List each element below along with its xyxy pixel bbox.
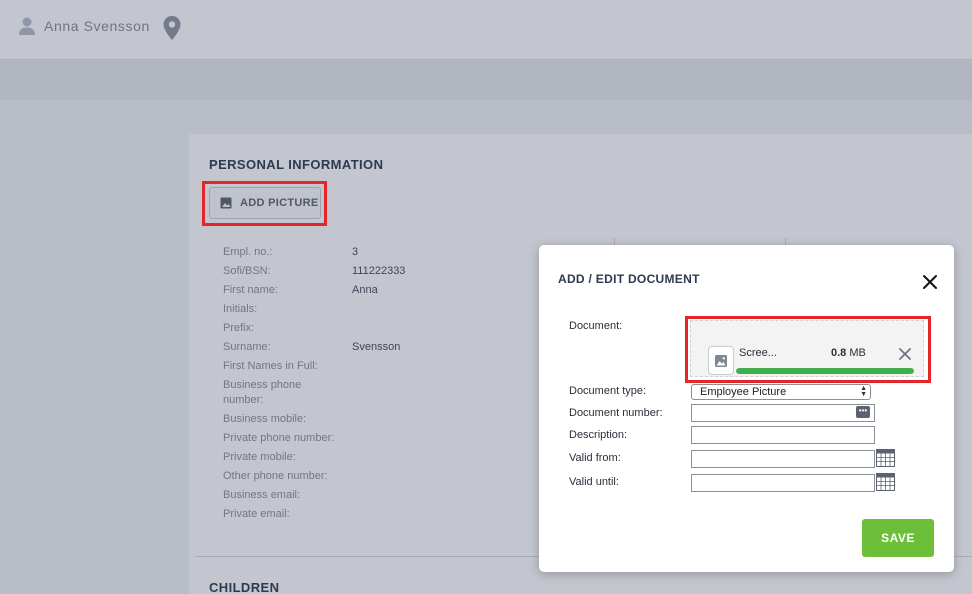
calendar-icon[interactable] bbox=[876, 473, 895, 491]
field-label-first-name: First name: bbox=[223, 284, 279, 296]
dialog-title: ADD / EDIT DOCUMENT bbox=[558, 272, 700, 286]
highlight-box-add-picture bbox=[202, 181, 327, 226]
field-label-business-mobile: Business mobile: bbox=[223, 413, 307, 425]
field-label-initials: Initials: bbox=[223, 303, 258, 315]
field-value-surname: Svensson bbox=[352, 341, 401, 353]
save-button[interactable]: SAVE bbox=[862, 519, 934, 557]
field-label-private-mobile: Private mobile: bbox=[223, 451, 296, 463]
ellipsis-icon[interactable]: ••• bbox=[856, 406, 870, 418]
field-label-sofi-bsn: Sofi/BSN: bbox=[223, 265, 271, 277]
field-label-prefix: Prefix: bbox=[223, 322, 255, 334]
calendar-icon[interactable] bbox=[876, 449, 895, 467]
field-label-empl-no: Empl. no.: bbox=[223, 246, 273, 258]
valid-until-label: Valid until: bbox=[569, 476, 619, 488]
description-label: Description: bbox=[569, 429, 628, 441]
valid-from-label: Valid from: bbox=[569, 452, 621, 464]
person-icon bbox=[19, 17, 35, 35]
field-label-first-names-full: First Names in Full: bbox=[223, 360, 318, 372]
sub-navigation-bar bbox=[0, 60, 972, 100]
section-title-children: CHILDREN bbox=[209, 580, 280, 594]
document-label: Document: bbox=[569, 320, 623, 332]
document-number-input[interactable]: ••• bbox=[691, 404, 875, 422]
highlight-box-document bbox=[685, 316, 931, 383]
section-title-personal-information: PERSONAL INFORMATION bbox=[209, 157, 384, 172]
field-label-business-email: Business email: bbox=[223, 489, 301, 501]
field-label-private-phone: Private phone number: bbox=[223, 432, 335, 444]
field-label-private-email: Private email: bbox=[223, 508, 290, 520]
close-icon[interactable] bbox=[921, 273, 939, 291]
user-name: Anna Svensson bbox=[44, 18, 150, 34]
valid-from-input[interactable] bbox=[691, 450, 875, 468]
user-menu[interactable]: Anna Svensson bbox=[18, 16, 150, 36]
valid-until-input[interactable] bbox=[691, 474, 875, 492]
add-edit-document-dialog: ADD / EDIT DOCUMENT Document: Scree... 0… bbox=[539, 245, 954, 572]
document-number-label: Document number: bbox=[569, 407, 663, 419]
field-value-sofi-bsn: 111222333 bbox=[352, 265, 406, 277]
location-pin-icon[interactable] bbox=[162, 15, 182, 41]
field-label-surname: Surname: bbox=[223, 341, 271, 353]
field-label-business-phone: Business phone bbox=[223, 379, 302, 391]
document-type-select[interactable]: Employee Picture ▲ ▼ bbox=[691, 384, 871, 400]
field-label-other-phone: Other phone number: bbox=[223, 470, 328, 482]
document-type-value: Employee Picture bbox=[700, 386, 787, 398]
field-value-empl-no: 3 bbox=[352, 246, 359, 258]
description-input[interactable] bbox=[691, 426, 875, 444]
field-label-business-phone-cont: number: bbox=[223, 394, 264, 406]
top-bar: Anna Svensson bbox=[0, 0, 972, 60]
field-value-first-name: Anna bbox=[352, 284, 378, 296]
document-type-label: Document type: bbox=[569, 385, 647, 397]
select-arrows-icon: ▲ ▼ bbox=[860, 385, 867, 398]
